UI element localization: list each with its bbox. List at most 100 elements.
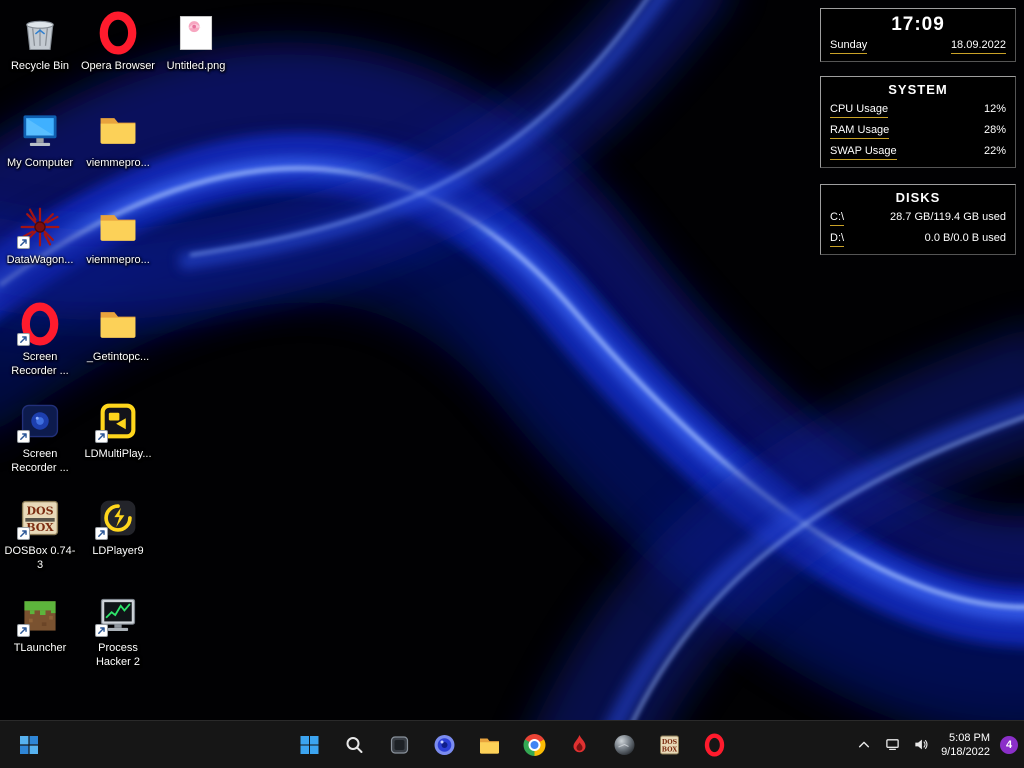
- network-button[interactable]: [879, 728, 905, 762]
- tray-chevron-button[interactable]: [851, 728, 877, 762]
- recorder-dark-icon: [17, 398, 63, 444]
- opera-icon: [17, 301, 63, 347]
- desktop-icon-my-computer[interactable]: My Computer: [1, 107, 79, 204]
- desktop-icon-label: DataWagon...: [6, 254, 74, 266]
- widget-row-value: 0.0 B/0.0 B used: [924, 232, 1006, 244]
- desktop-icon-label: LDMultiPlay...: [84, 448, 152, 460]
- desktop-icon-label: Untitled.png: [166, 60, 226, 72]
- desktop-icon-label: Opera Browser: [81, 60, 155, 72]
- folder-icon: [95, 301, 141, 347]
- opera-icon: [703, 732, 727, 757]
- image-file-icon: [173, 10, 219, 56]
- desktop-icon-ldmultiplayer[interactable]: LDMultiPlay...: [79, 398, 157, 495]
- clock-date: 18.09.2022: [950, 39, 1006, 54]
- desktop-icon-label: TLauncher: [13, 642, 67, 654]
- widget-row-value: 28.7 GB/119.4 GB used: [890, 211, 1006, 223]
- widget-row-value: 12%: [983, 103, 1006, 115]
- desktop-icon-viemmepro-1[interactable]: viemmepro...: [79, 107, 157, 204]
- svg-text:DOS: DOS: [662, 739, 678, 746]
- recycle-bin-icon: [17, 10, 63, 56]
- taskbar-dosbox-button[interactable]: DOS BOX: [651, 725, 689, 765]
- task-view-icon: [388, 733, 412, 757]
- shortcut-arrow-icon: [95, 624, 108, 637]
- taskbar-chrome-button[interactable]: [516, 725, 554, 765]
- disks-rows: C:\ 28.7 GB/119.4 GB used D:\ 0.0 B/0.0 B u…: [830, 211, 1006, 247]
- clock-day: Sunday: [830, 39, 868, 54]
- taskbar-center: DOS BOX: [291, 725, 734, 765]
- clock-widget: 17:09 Sunday 18.09.2022: [820, 8, 1016, 62]
- taskbar-search-button[interactable]: [336, 725, 374, 765]
- desktop-icon-viemmepro-2[interactable]: viemmepro...: [79, 204, 157, 301]
- file-explorer-icon: [478, 733, 502, 757]
- taskbar-opera-button[interactable]: [696, 725, 734, 765]
- volume-icon: [913, 737, 928, 752]
- folder-icon: [95, 107, 141, 153]
- desktop-icon-label: Recycle Bin: [10, 60, 70, 72]
- desktop-icon-process-hacker[interactable]: Process Hacker 2: [79, 592, 157, 689]
- desktop-icon-label: Process Hacker 2: [95, 642, 141, 669]
- desktop-icon-label: viemmepro...: [86, 254, 150, 266]
- widget-row: RAM Usage 28%: [830, 124, 1006, 139]
- desktop-icon-dosbox[interactable]: DOS BOX DOSBox 0.74-3: [1, 495, 79, 592]
- desktop-icon-label: DOSBox 0.74-3: [4, 545, 76, 572]
- system-tray: 5:08 PM 9/18/2022 4: [851, 728, 1018, 762]
- taskbar-task-view-button[interactable]: [381, 725, 419, 765]
- shortcut-arrow-icon: [17, 236, 30, 249]
- sphere-app-icon: [613, 733, 637, 757]
- tray-time: 5:08 PM: [949, 731, 990, 744]
- ldplayer-icon: [95, 495, 141, 541]
- process-hacker-icon: [95, 592, 141, 638]
- widget-row: CPU Usage 12%: [830, 103, 1006, 118]
- desktop-icon-recycle-bin[interactable]: Recycle Bin: [1, 10, 79, 107]
- desktop-icon-opera-browser[interactable]: Opera Browser: [79, 10, 157, 107]
- widget-row-label: CPU Usage: [830, 103, 889, 118]
- opera-icon: [95, 10, 141, 56]
- windows-grid-icon: [17, 733, 41, 757]
- dosbox-icon: DOS BOX: [17, 495, 63, 541]
- taskbar-sphere-app-button[interactable]: [606, 725, 644, 765]
- shortcut-arrow-icon: [17, 430, 30, 443]
- chevron-up-icon: [857, 738, 871, 752]
- taskbar-start-button[interactable]: [291, 725, 329, 765]
- desktop-icon-label: viemmepro...: [86, 157, 150, 169]
- shortcut-arrow-icon: [17, 333, 30, 346]
- desktop-icon-screen-recorder-2[interactable]: Screen Recorder ...: [1, 398, 79, 495]
- taskbar-file-explorer-button[interactable]: [471, 725, 509, 765]
- desktop-icon-datawagon[interactable]: DataWagon...: [1, 204, 79, 301]
- desktop-icon-grid: Recycle Bin My Computer DataWagon... Screen…: [1, 10, 235, 689]
- search-icon: [343, 733, 367, 757]
- desktop-icon-screen-recorder-1[interactable]: Screen Recorder ...: [1, 301, 79, 398]
- desktop-icon-label: My Computer: [6, 157, 74, 169]
- shortcut-arrow-icon: [95, 527, 108, 540]
- shortcut-arrow-icon: [17, 527, 30, 540]
- svg-text:BOX: BOX: [26, 521, 54, 534]
- desktop-icon-label: Screen Recorder ...: [11, 351, 69, 378]
- taskbar-flame-app-button[interactable]: [561, 725, 599, 765]
- widget-row-label: D:\: [830, 232, 845, 247]
- tray-clock[interactable]: 5:08 PM 9/18/2022: [935, 731, 996, 759]
- clock-time: 17:09: [891, 14, 945, 35]
- desktop-icon-label: LDPlayer9: [92, 545, 144, 557]
- desktop-icon-untitled-png[interactable]: Untitled.png: [157, 10, 235, 107]
- taskbar-media-app-button[interactable]: [426, 725, 464, 765]
- volume-button[interactable]: [907, 728, 933, 762]
- desktop-surface[interactable]: Recycle Bin My Computer DataWagon... Screen…: [0, 0, 1024, 768]
- ldmulti-icon: [95, 398, 141, 444]
- widget-row-value: 28%: [983, 124, 1006, 136]
- desktop-icon-getintopc[interactable]: _Getintopc...: [79, 301, 157, 398]
- system-widget-title: SYSTEM: [888, 82, 948, 97]
- widget-row: SWAP Usage 22%: [830, 145, 1006, 160]
- desktop-icon-ldplayer9[interactable]: LDPlayer9: [79, 495, 157, 592]
- desktop-icon-tlauncher[interactable]: TLauncher: [1, 592, 79, 689]
- taskbar-corner-button[interactable]: [10, 725, 48, 765]
- notification-badge[interactable]: 4: [1000, 735, 1018, 754]
- widget-row-label: SWAP Usage: [830, 145, 897, 160]
- taskbar: DOS BOX 5:08 PM 9/18/2022 4: [0, 720, 1024, 768]
- desktop-icon-label: _Getintopc...: [86, 351, 150, 363]
- widget-row: D:\ 0.0 B/0.0 B used: [830, 232, 1006, 247]
- shortcut-arrow-icon: [17, 624, 30, 637]
- media-app-icon: [433, 733, 457, 757]
- start-icon: [298, 733, 322, 757]
- flame-app-icon: [568, 733, 592, 757]
- widget-row: C:\ 28.7 GB/119.4 GB used: [830, 211, 1006, 226]
